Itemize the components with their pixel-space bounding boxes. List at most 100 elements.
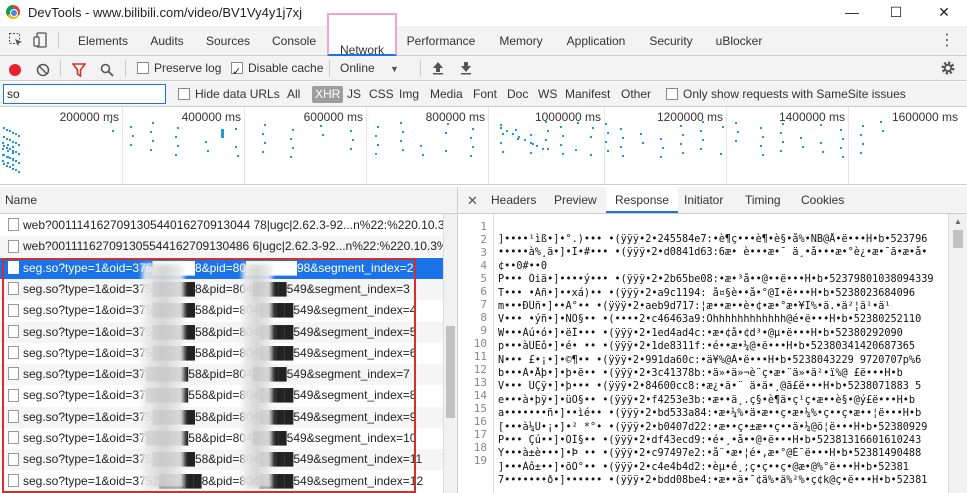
request-type-icon: [8, 473, 19, 487]
checkbox-box[interactable]: [137, 61, 149, 74]
response-scrollbar[interactable]: ▲: [948, 214, 967, 493]
filter-type-media[interactable]: Media: [427, 86, 466, 103]
tab-headers[interactable]: Headers: [491, 187, 536, 213]
tab-sources[interactable]: Sources: [198, 26, 258, 55]
tab-console[interactable]: Console: [263, 26, 325, 55]
divider: [60, 60, 61, 77]
filter-icon[interactable]: [71, 61, 87, 78]
tab-response[interactable]: Response: [606, 187, 679, 213]
inspect-element-icon[interactable]: [8, 32, 24, 48]
filter-input[interactable]: so: [3, 84, 166, 104]
filter-type-all[interactable]: All: [284, 86, 303, 103]
request-list-scrollbar[interactable]: [443, 214, 457, 493]
request-row[interactable]: seg.so?type=1&oid=375█████8&pid=804████5…: [0, 278, 443, 300]
response-viewer[interactable]: 1 2 3 4 5 6 7 8 9 10 11 12 13 14 15 16 17 18 19 ]••••¹ìß•]…: [458, 214, 967, 493]
search-icon[interactable]: [100, 61, 114, 77]
tab-memory[interactable]: Memory: [490, 26, 552, 55]
tab-performance[interactable]: Performance: [401, 26, 481, 55]
disable-cache-checkbox[interactable]: Disable cache: [231, 56, 323, 85]
timeline-request-mark: [177, 127, 179, 129]
request-row[interactable]: seg.so?type=1&oid=375█████58&pid=804████…: [0, 300, 443, 321]
tab-cookies[interactable]: Cookies: [801, 187, 844, 213]
tab-elements[interactable]: Elements: [70, 26, 136, 55]
timeline-request-mark: [680, 143, 682, 145]
filter-type-css[interactable]: CSS: [366, 86, 397, 103]
minimize-button[interactable]: —: [829, 0, 875, 24]
record-button[interactable]: [8, 61, 22, 76]
request-row[interactable]: seg.so?type=1&oid=375█████58&pid=804████…: [0, 321, 443, 343]
filter-type-doc[interactable]: Doc: [504, 86, 531, 103]
column-header-name[interactable]: Name: [0, 187, 458, 214]
timeline-request-mark: [760, 127, 762, 129]
timeline-request-mark: [9, 166, 11, 168]
request-row[interactable]: web?001111627091305544162709130486 6|ugc…: [0, 236, 443, 258]
request-row[interactable]: seg.so?type=1&oid=3752█████8&pid=804████…: [0, 471, 443, 492]
timeline-request-mark: [12, 140, 14, 143]
response-line: 7•••••••ð•]•••••• •(ÿÿÿ•2•bdd08be4:•æ••ä…: [498, 475, 928, 487]
request-row[interactable]: seg.so?type=1&oid=37█████58&pid=804████5…: [0, 428, 443, 449]
timeline-request-mark: [152, 140, 154, 142]
request-list[interactable]: web?001114162709130544016270913044 78|ug…: [0, 214, 443, 493]
timeline-request-mark: [6, 128, 8, 131]
tab-ublocker[interactable]: uBlocker: [708, 26, 770, 55]
request-row[interactable]: seg.so?type=1&oid=375█████58&pid=804████…: [0, 406, 443, 428]
tab-network[interactable]: Network: [327, 13, 397, 57]
filter-type-js[interactable]: JS: [344, 86, 364, 103]
tab-initiator[interactable]: Initiator: [684, 187, 723, 213]
timeline-request-mark: [400, 140, 402, 142]
checkbox-box[interactable]: [231, 60, 243, 85]
tab-security[interactable]: Security: [641, 26, 701, 55]
checkbox-box[interactable]: [666, 87, 678, 100]
timeline-request-mark: [130, 144, 132, 146]
close-icon[interactable]: ✕: [467, 193, 478, 209]
maximize-button[interactable]: ☐: [873, 0, 919, 24]
preserve-log-label: Preserve log: [154, 61, 222, 75]
tab-audits[interactable]: Audits: [141, 26, 193, 55]
samesite-checkbox[interactable]: Only show requests with SameSite issues: [666, 82, 906, 106]
filter-type-other[interactable]: Other: [618, 86, 654, 103]
tab-application[interactable]: Application: [559, 26, 633, 55]
filter-type-img[interactable]: Img: [396, 86, 422, 103]
filter-type-ws[interactable]: WS: [535, 86, 560, 103]
filter-type-font[interactable]: Font: [470, 86, 500, 103]
timeline-request-mark: [880, 121, 882, 123]
scroll-up-arrow-icon[interactable]: ▲: [954, 217, 962, 226]
export-har-icon[interactable]: [460, 60, 472, 76]
throttle-select[interactable]: Online ▼: [340, 56, 399, 81]
timeline-request-mark: [780, 150, 782, 152]
timeline-request-mark: [605, 123, 607, 125]
close-button[interactable]: ✕: [921, 0, 967, 24]
tab-preview[interactable]: Preview: [554, 187, 597, 213]
clear-icon[interactable]: [36, 61, 50, 77]
filter-type-xhr[interactable]: XHR: [312, 86, 344, 103]
request-row[interactable]: web?001114162709130544016270913044 78|ug…: [0, 215, 443, 236]
scrollbar-thumb[interactable]: [446, 326, 455, 418]
timeline-request-mark: [605, 141, 607, 143]
network-toolbar: Preserve log Disable cache Online ▼: [0, 56, 967, 85]
timeline-request-mark: [12, 164, 14, 166]
line-number: 18: [473, 441, 487, 454]
scrollbar-thumb[interactable]: [953, 230, 963, 248]
request-name: seg.so?type=1&oid=37█████58&pid=804████5…: [23, 431, 417, 445]
timeline-request-mark: [292, 147, 294, 149]
preserve-log-checkbox[interactable]: Preserve log: [137, 56, 221, 81]
hide-data-urls-checkbox[interactable]: Hide data URLs: [178, 82, 280, 106]
timeline-request-mark: [2, 148, 4, 150]
request-row[interactable]: seg.so?type=1&oid=375█████8&pid=80██████…: [0, 257, 443, 279]
filter-type-manifest[interactable]: Manifest: [562, 86, 613, 103]
timeline-request-mark: [2, 142, 4, 144]
overview-timeline[interactable]: 200000 ms 400000 ms 600000 ms 800000 ms …: [0, 107, 967, 185]
request-row[interactable]: seg.so?type=1&oid=375█████58&pid=804████…: [0, 343, 443, 364]
import-har-icon[interactable]: [432, 60, 444, 76]
tab-timing[interactable]: Timing: [745, 187, 781, 213]
request-row[interactable]: seg.so?type=1&oid=375█████58&pid=804████…: [0, 449, 443, 471]
more-options-icon[interactable]: ⋮: [939, 30, 955, 50]
request-row[interactable]: seg.so?type=1&oid=37█████558&pid=804████…: [0, 385, 443, 406]
timeline-request-mark: [720, 153, 722, 155]
timeline-request-mark: [517, 138, 519, 140]
request-row[interactable]: seg.so?type=1&oid=37█████58&pid=804████5…: [0, 364, 443, 386]
settings-gear-icon[interactable]: [940, 60, 956, 76]
timeline-gridline: [488, 107, 489, 184]
checkbox-box[interactable]: [178, 87, 190, 100]
device-toolbar-icon[interactable]: [33, 32, 49, 48]
